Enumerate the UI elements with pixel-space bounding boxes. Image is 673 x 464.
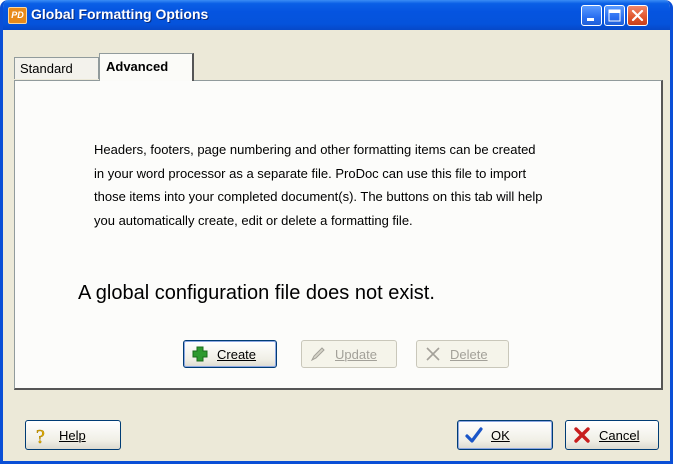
svg-text:?: ? (36, 426, 45, 446)
update-button-label: Update (335, 346, 377, 362)
tab-standard[interactable]: Standard (14, 57, 99, 79)
maximize-button[interactable] (604, 5, 625, 26)
description-line: Headers, footers, page numbering and oth… (94, 142, 536, 157)
window-title: Global Formatting Options (31, 6, 209, 22)
update-button[interactable]: Update (301, 340, 397, 368)
minimize-icon (587, 18, 594, 21)
description-line: you automatically create, edit or delete… (94, 212, 413, 228)
close-icon (631, 9, 644, 22)
close-button[interactable] (627, 5, 648, 26)
ok-button[interactable]: OK (457, 420, 553, 450)
description-line: in your word processor as a separate fil… (94, 165, 527, 181)
x-icon (424, 345, 442, 363)
title-bar[interactable]: PD Global Formatting Options (3, 0, 670, 30)
description-line: those items into your completed document… (94, 189, 543, 204)
status-message: A global configuration file does not exi… (78, 282, 435, 304)
prodoc-app-icon: PD (8, 7, 27, 24)
delete-button-label: Delete (450, 346, 488, 362)
ok-button-label: OK (491, 427, 510, 443)
minimize-button[interactable] (581, 5, 602, 26)
dialog-window: PD Global Formatting Options Standard Ad… (0, 0, 673, 464)
cancel-button-label: Cancel (599, 427, 640, 443)
question-icon: ? (33, 426, 51, 449)
pencil-icon (309, 345, 327, 363)
tab-advanced[interactable]: Advanced (99, 53, 194, 81)
help-button-label: Help (59, 427, 86, 443)
checkmark-icon (465, 426, 483, 444)
create-button-label: Create (217, 346, 257, 362)
create-button[interactable]: Create (183, 340, 277, 368)
red-x-icon (573, 426, 591, 444)
cancel-button[interactable]: Cancel (565, 420, 659, 450)
maximize-icon (608, 9, 621, 22)
tab-advanced-label: Advanced (106, 59, 169, 74)
description-text: Headers, footers, page numbering and oth… (94, 138, 614, 232)
plus-icon (191, 345, 209, 363)
delete-button[interactable]: Delete (416, 340, 509, 368)
tab-standard-label: Standard (20, 61, 73, 76)
help-button[interactable]: ? Help (25, 420, 121, 450)
